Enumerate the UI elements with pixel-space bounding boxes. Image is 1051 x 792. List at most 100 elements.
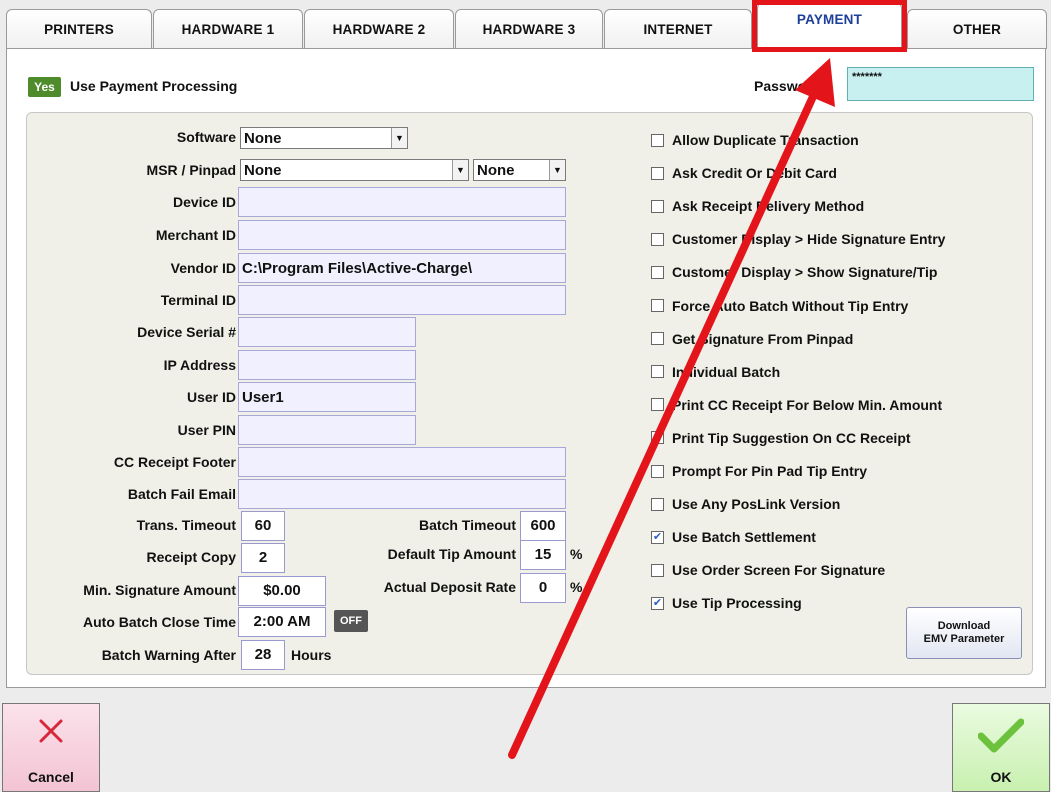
batch-timeout-field[interactable]: 600 bbox=[520, 511, 566, 541]
trans-timeout-field[interactable]: 60 bbox=[241, 511, 285, 541]
deposit-rate-field[interactable]: 0 bbox=[520, 573, 566, 603]
option-label: Use Order Screen For Signature bbox=[672, 562, 886, 579]
chevron-down-icon: ▼ bbox=[549, 160, 565, 180]
auto-batch-close-field[interactable]: 2:00 AM bbox=[238, 607, 326, 637]
terminal-id-label: Terminal ID bbox=[160, 292, 236, 308]
deposit-rate-label: Actual Deposit Rate bbox=[383, 579, 516, 595]
tab-internet[interactable]: INTERNET bbox=[604, 9, 752, 49]
checkbox-icon[interactable] bbox=[651, 431, 664, 445]
password-field[interactable]: ******* bbox=[847, 67, 1034, 101]
msr-pinpad-secondary-value: None bbox=[477, 162, 515, 179]
chevron-down-icon: ▼ bbox=[452, 160, 468, 180]
device-id-label: Device ID bbox=[172, 194, 236, 210]
option-checkbox[interactable]: Allow Duplicate Transaction bbox=[651, 130, 859, 150]
option-checkbox[interactable]: ✔ Use Tip Processing bbox=[651, 593, 802, 613]
software-select[interactable]: None ▼ bbox=[240, 127, 408, 149]
tab-other[interactable]: OTHER bbox=[907, 9, 1047, 49]
receipt-copy-label: Receipt Copy bbox=[146, 549, 236, 565]
option-checkbox[interactable]: Get Signature From Pinpad bbox=[651, 329, 853, 349]
msr-pinpad-select[interactable]: None ▼ bbox=[240, 159, 469, 181]
option-label: Print Tip Suggestion On CC Receipt bbox=[672, 429, 911, 446]
ok-button[interactable]: OK bbox=[952, 703, 1050, 792]
checkbox-checked-icon[interactable]: ✔ bbox=[651, 596, 664, 610]
batch-fail-email-field[interactable] bbox=[238, 479, 566, 509]
checkbox-icon[interactable] bbox=[651, 332, 664, 346]
checkbox-icon[interactable] bbox=[651, 497, 664, 511]
auto-batch-toggle[interactable]: OFF bbox=[334, 610, 368, 632]
software-label: Software bbox=[176, 129, 236, 145]
default-tip-label: Default Tip Amount bbox=[387, 546, 516, 562]
cc-receipt-footer-field[interactable] bbox=[238, 447, 566, 477]
cancel-button[interactable]: Cancel bbox=[2, 703, 100, 792]
ip-address-label: IP Address bbox=[163, 357, 236, 373]
option-checkbox[interactable]: Ask Credit Or Debit Card bbox=[651, 163, 837, 183]
option-label: Ask Receipt Delivery Method bbox=[672, 198, 865, 215]
default-tip-unit: % bbox=[570, 546, 583, 562]
user-pin-label: User PIN bbox=[177, 422, 236, 438]
option-label: Allow Duplicate Transaction bbox=[672, 132, 859, 148]
option-label: Customer Display > Hide Signature Entry bbox=[672, 231, 946, 248]
option-checkbox[interactable]: Individual Batch bbox=[651, 362, 780, 382]
terminal-id-field[interactable] bbox=[238, 285, 566, 315]
chevron-down-icon: ▼ bbox=[391, 128, 407, 148]
option-checkbox[interactable]: ✔ Use Batch Settlement bbox=[651, 527, 816, 547]
cc-receipt-footer-label: CC Receipt Footer bbox=[113, 454, 236, 470]
option-checkbox[interactable]: Print Tip Suggestion On CC Receipt bbox=[651, 428, 911, 448]
checkbox-checked-icon[interactable]: ✔ bbox=[651, 530, 664, 544]
user-pin-field[interactable] bbox=[238, 415, 416, 445]
vendor-id-label: Vendor ID bbox=[170, 260, 236, 276]
tab-hardware-2[interactable]: HARDWARE 2 bbox=[304, 9, 454, 49]
tab-printers[interactable]: PRINTERS bbox=[6, 9, 152, 49]
option-label: Ask Credit Or Debit Card bbox=[672, 165, 837, 182]
user-id-field[interactable]: User1 bbox=[238, 382, 416, 412]
download-emv-parameter-button[interactable]: Download EMV Parameter bbox=[906, 607, 1022, 659]
msr-pinpad-label: MSR / Pinpad bbox=[146, 162, 236, 178]
option-checkbox[interactable]: Customer Display > Show Signature/Tip bbox=[651, 262, 937, 282]
option-checkbox[interactable]: Ask Receipt Delivery Method bbox=[651, 196, 864, 216]
password-label: Password bbox=[754, 78, 821, 94]
tab-bar: PRINTERS HARDWARE 1 HARDWARE 2 HARDWARE … bbox=[0, 0, 1051, 49]
checkbox-icon[interactable] bbox=[651, 199, 664, 213]
checkbox-icon[interactable] bbox=[651, 166, 664, 180]
device-serial-field[interactable] bbox=[238, 317, 416, 347]
use-payment-toggle[interactable]: Yes bbox=[28, 77, 61, 97]
checkbox-icon[interactable] bbox=[651, 299, 664, 312]
checkbox-icon[interactable] bbox=[651, 398, 664, 412]
merchant-id-field[interactable] bbox=[238, 220, 566, 250]
option-checkbox[interactable]: Print CC Receipt For Below Min. Amount bbox=[651, 395, 942, 415]
msr-pinpad-secondary-select[interactable]: None ▼ bbox=[473, 159, 566, 181]
option-checkbox[interactable]: Prompt For Pin Pad Tip Entry bbox=[651, 461, 867, 481]
trans-timeout-label: Trans. Timeout bbox=[136, 517, 236, 533]
checkbox-icon[interactable] bbox=[651, 365, 664, 379]
vendor-id-field[interactable]: C:\Program Files\Active-Charge\ bbox=[238, 253, 566, 283]
min-signature-field[interactable]: $0.00 bbox=[238, 576, 326, 606]
checkbox-icon[interactable] bbox=[651, 133, 664, 147]
device-id-field[interactable] bbox=[238, 187, 566, 217]
checkbox-icon[interactable] bbox=[651, 265, 664, 279]
batch-warning-label: Batch Warning After bbox=[101, 647, 236, 663]
option-label: Use Any PosLink Version bbox=[672, 496, 841, 513]
tab-payment[interactable]: PAYMENT bbox=[757, 2, 902, 49]
tab-hardware-3[interactable]: HARDWARE 3 bbox=[455, 9, 603, 49]
receipt-copy-field[interactable]: 2 bbox=[241, 543, 285, 573]
batch-timeout-label: Batch Timeout bbox=[419, 517, 516, 533]
option-checkbox[interactable]: Use Order Screen For Signature bbox=[651, 560, 885, 580]
default-tip-field[interactable]: 15 bbox=[520, 540, 566, 570]
deposit-rate-unit: % bbox=[570, 579, 583, 595]
batch-fail-email-label: Batch Fail Email bbox=[127, 486, 236, 502]
option-checkbox[interactable]: Use Any PosLink Version bbox=[651, 494, 840, 514]
option-label: Use Tip Processing bbox=[672, 595, 802, 612]
batch-warning-field[interactable]: 28 bbox=[241, 640, 285, 670]
option-checkbox[interactable]: Customer Display > Hide Signature Entry bbox=[651, 229, 945, 249]
batch-warning-unit: Hours bbox=[291, 647, 332, 663]
checkbox-icon[interactable] bbox=[651, 464, 664, 478]
tab-hardware-1[interactable]: HARDWARE 1 bbox=[153, 9, 303, 49]
checkbox-icon[interactable] bbox=[651, 232, 664, 246]
emv-button-line1: Download bbox=[937, 620, 991, 632]
option-checkbox[interactable]: Force Auto Batch Without Tip Entry bbox=[651, 296, 908, 316]
x-icon bbox=[3, 718, 99, 747]
checkbox-icon[interactable] bbox=[651, 563, 664, 577]
ip-address-field[interactable] bbox=[238, 350, 416, 380]
emv-button-line2: EMV Parameter bbox=[923, 633, 1005, 645]
option-label: Get Signature From Pinpad bbox=[672, 330, 854, 347]
